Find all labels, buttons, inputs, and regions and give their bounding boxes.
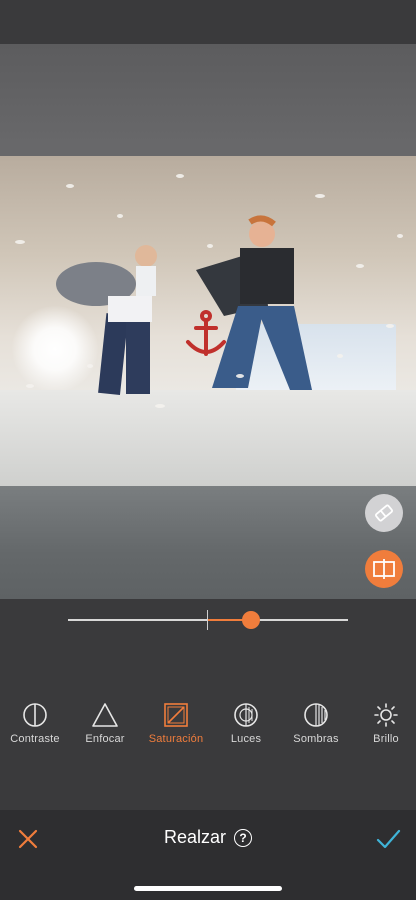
photo-scene xyxy=(15,174,403,408)
bottom-title-group: Realzar? xyxy=(0,827,416,848)
tool-label: Luces xyxy=(230,733,262,745)
tool-row: Contraste Enfocar Saturación Luces Sombr… xyxy=(0,702,416,748)
tool-label: Contraste xyxy=(10,733,60,745)
sharpen-icon xyxy=(92,703,118,727)
tool-contraste[interactable]: Contraste xyxy=(0,702,71,745)
tool-label: Enfocar xyxy=(85,733,125,745)
photo-blur-extension xyxy=(0,486,416,599)
status-bar xyxy=(0,0,416,44)
intensity-slider[interactable] xyxy=(68,610,348,630)
compare-split-icon xyxy=(373,559,395,579)
tool-brillo[interactable]: Brillo xyxy=(350,702,416,745)
bottom-bar: Realzar? xyxy=(0,810,416,900)
tool-saturacion[interactable]: Saturación xyxy=(140,702,212,745)
contrast-icon xyxy=(23,703,47,727)
saturation-icon xyxy=(164,703,188,727)
home-indicator xyxy=(134,886,282,891)
tool-label: Sombras xyxy=(293,733,339,745)
confirm-button[interactable] xyxy=(374,825,402,853)
tool-label: Brillo xyxy=(373,733,399,745)
photo-image[interactable] xyxy=(0,156,416,486)
tool-luces[interactable]: Luces xyxy=(210,702,282,745)
screen-title: Realzar xyxy=(163,827,227,847)
slider-knob[interactable] xyxy=(242,611,261,629)
highlights-icon xyxy=(234,703,258,727)
photo-canvas[interactable] xyxy=(0,44,416,599)
eraser-icon xyxy=(375,504,393,522)
compare-button[interactable] xyxy=(365,550,403,588)
slider-center-mark xyxy=(207,610,208,630)
shadows-icon xyxy=(304,703,328,727)
eraser-button[interactable] xyxy=(365,494,403,532)
tool-enfocar[interactable]: Enfocar xyxy=(69,702,141,745)
brightness-icon xyxy=(374,703,398,727)
checkmark-icon xyxy=(376,829,401,849)
tool-label: Saturación xyxy=(148,733,204,745)
tool-sombras[interactable]: Sombras xyxy=(280,702,352,745)
help-icon[interactable]: ? xyxy=(234,828,253,847)
